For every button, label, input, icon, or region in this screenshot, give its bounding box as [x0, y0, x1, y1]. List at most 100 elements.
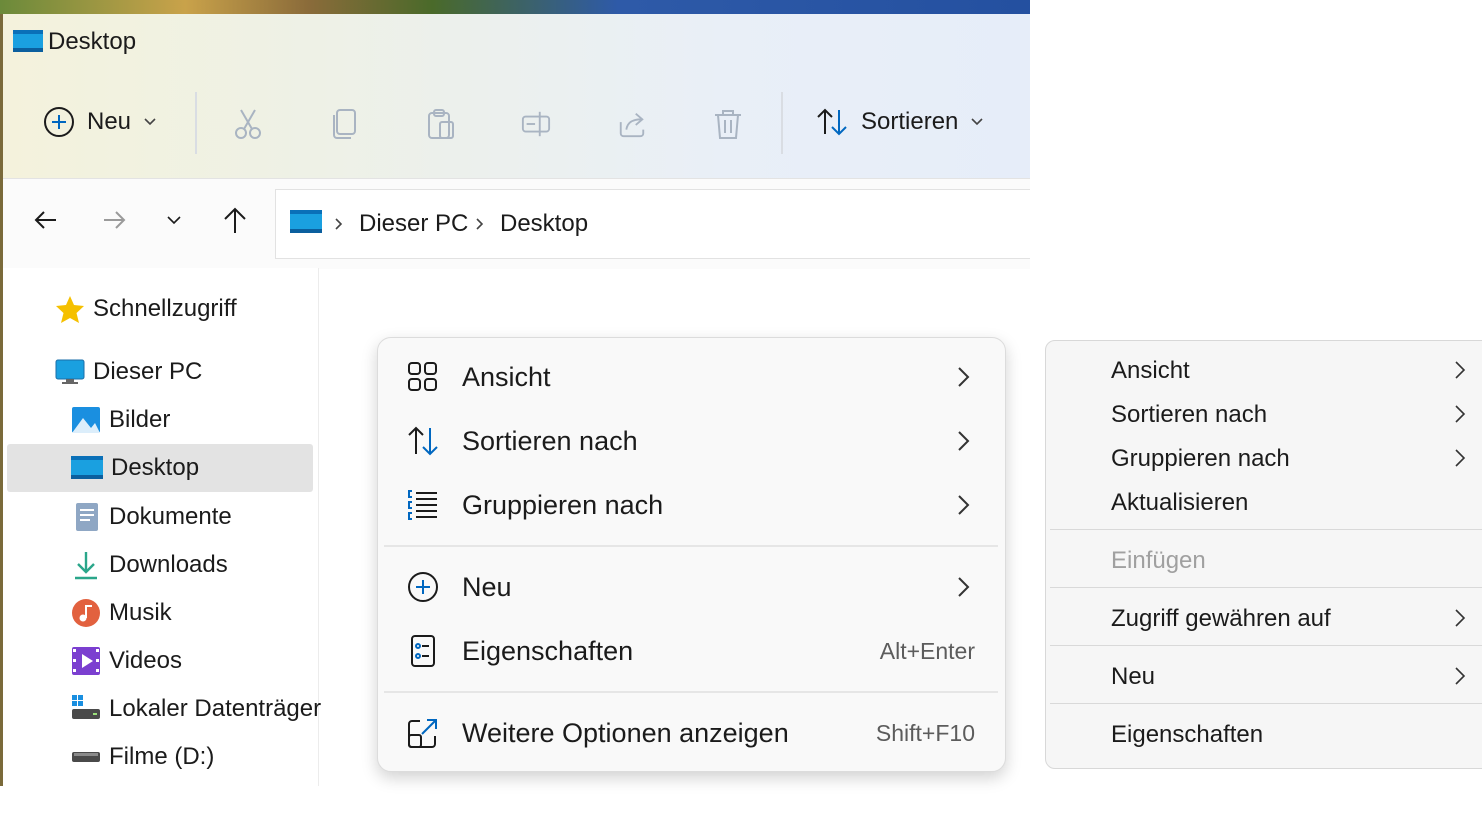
new-button[interactable]: Neu	[43, 106, 157, 138]
rename-icon[interactable]	[521, 108, 551, 140]
forward-arrow-icon[interactable]	[101, 207, 127, 233]
chevron-right-icon	[1455, 609, 1466, 627]
nav-item-drive-d[interactable]: Filme (D:)	[71, 742, 214, 772]
menu-item-label: Sortieren nach	[462, 425, 638, 456]
chevron-right-icon	[958, 495, 970, 515]
chevron-down-icon	[971, 118, 983, 126]
desktop-folder-icon	[71, 456, 103, 479]
menu-item-label: Neu	[462, 571, 512, 602]
menu-item-weitere-optionen[interactable]: Weitere Optionen anzeigen Shift+F10	[378, 704, 1005, 762]
menu-item-label: Eigenschaften	[1111, 721, 1264, 748]
classic-item-eigenschaften[interactable]: Eigenschaften	[1046, 715, 1482, 755]
star-icon	[56, 296, 84, 323]
menu-item-label: Neu	[1111, 663, 1156, 690]
classic-item-aktualisieren[interactable]: Aktualisieren	[1046, 483, 1482, 523]
nav-item-videos[interactable]: Videos	[71, 646, 182, 676]
classic-item-einfuegen: Einfügen	[1046, 541, 1482, 581]
menu-item-label: Gruppieren nach	[462, 489, 664, 520]
chevron-right-icon	[1455, 405, 1466, 423]
menu-item-label: Weitere Optionen anzeigen	[462, 717, 789, 748]
copy-icon[interactable]	[330, 108, 360, 140]
drive-d-icon	[72, 752, 100, 762]
menu-separator	[1050, 645, 1482, 646]
nav-label: Dieser PC	[93, 358, 203, 385]
nav-item-downloads[interactable]: Downloads	[71, 550, 228, 580]
nav-item-dokumente[interactable]: Dokumente	[71, 502, 232, 532]
classic-context-menu: Ansicht Sortieren nach Gruppieren nach A…	[1045, 340, 1482, 769]
share-icon[interactable]	[617, 108, 647, 140]
properties-icon	[411, 635, 435, 667]
menu-item-label: Einfügen	[1111, 547, 1206, 574]
classic-item-ansicht[interactable]: Ansicht	[1046, 351, 1482, 391]
menu-item-label: Aktualisieren	[1111, 489, 1249, 516]
window-title: Desktop	[48, 28, 137, 55]
videos-icon	[72, 647, 100, 675]
menu-item-eigenschaften[interactable]: Eigenschaften Alt+Enter	[378, 622, 1005, 680]
menu-separator	[384, 691, 998, 693]
chevron-right-icon	[1455, 449, 1466, 467]
nav-label: Schnellzugriff	[93, 295, 237, 322]
nav-label: Lokaler Datenträger	[109, 695, 322, 722]
menu-separator	[1050, 703, 1482, 704]
menu-item-label: Ansicht	[462, 361, 551, 392]
menu-shortcut: Alt+Enter	[879, 637, 975, 664]
nav-this-pc[interactable]: Dieser PC	[55, 358, 202, 386]
nav-item-desktop[interactable]: Desktop	[71, 454, 199, 482]
cut-icon[interactable]	[233, 108, 263, 140]
nav-item-bilder[interactable]: Bilder	[71, 406, 170, 434]
music-icon	[72, 599, 100, 627]
recent-locations-chevron-icon[interactable]	[166, 214, 182, 226]
nav-item-local-drive[interactable]: Lokaler Datenträger	[71, 694, 321, 724]
group-list-icon	[408, 490, 437, 520]
breadcrumb-separator-icon[interactable]	[475, 217, 485, 231]
desktop-folder-icon	[290, 210, 322, 233]
documents-icon	[76, 503, 98, 531]
address-bar[interactable]: Dieser PC Desktop	[275, 189, 1030, 259]
nav-label: Musik	[109, 599, 172, 626]
up-arrow-icon[interactable]	[221, 205, 249, 235]
downloads-icon	[75, 552, 97, 580]
pictures-icon	[72, 407, 100, 433]
sort-button-label: Sortieren	[861, 108, 959, 135]
chevron-right-icon	[958, 367, 970, 387]
menu-shortcut: Shift+F10	[875, 719, 975, 746]
new-button-label: Neu	[87, 108, 132, 135]
breadcrumb-desktop[interactable]: Desktop	[500, 210, 588, 238]
nav-item-musik[interactable]: Musik	[71, 598, 172, 628]
classic-item-gruppieren-nach[interactable]: Gruppieren nach	[1046, 439, 1482, 479]
address-row: Dieser PC Desktop	[3, 178, 1030, 269]
breadcrumb-separator-icon[interactable]	[334, 217, 344, 231]
chevron-right-icon	[1455, 667, 1466, 685]
nav-quick-access[interactable]: Schnellzugriff	[55, 294, 237, 324]
nav-label: Filme (D:)	[109, 743, 215, 770]
classic-item-zugriff-gewaehren[interactable]: Zugriff gewähren auf	[1046, 599, 1482, 639]
menu-item-gruppieren-nach[interactable]: Gruppieren nach	[378, 476, 1005, 534]
local-drive-icon	[72, 695, 100, 719]
chevron-down-icon	[144, 118, 156, 126]
menu-item-ansicht[interactable]: Ansicht	[378, 348, 1005, 406]
paste-icon[interactable]	[426, 108, 456, 140]
chevron-right-icon	[958, 577, 970, 597]
chevron-right-icon	[1455, 361, 1466, 379]
sort-icon	[408, 426, 438, 456]
sort-button[interactable]: Sortieren	[815, 106, 984, 138]
menu-item-neu[interactable]: Neu	[378, 558, 1005, 616]
chevron-right-icon	[958, 431, 970, 451]
delete-icon[interactable]	[713, 108, 743, 140]
menu-item-sortieren-nach[interactable]: Sortieren nach	[378, 412, 1005, 470]
menu-separator	[1050, 529, 1482, 530]
back-arrow-icon[interactable]	[33, 207, 59, 233]
navigation-pane: Schnellzugriff Dieser PC Bilder Desktop …	[3, 268, 321, 786]
menu-item-label: Ansicht	[1111, 357, 1190, 384]
nav-label: Bilder	[109, 406, 171, 433]
nav-label: Downloads	[109, 551, 228, 578]
classic-item-sortieren-nach[interactable]: Sortieren nach	[1046, 395, 1482, 435]
title-toolbar-area: Desktop Neu Sortieren	[3, 14, 1030, 178]
monitor-icon	[55, 359, 85, 384]
nav-label: Videos	[109, 647, 182, 674]
breadcrumb-this-pc[interactable]: Dieser PC	[359, 210, 468, 238]
menu-item-label: Zugriff gewähren auf	[1111, 605, 1331, 632]
classic-item-neu[interactable]: Neu	[1046, 657, 1482, 697]
desktop-folder-icon	[13, 30, 43, 52]
plus-circle-icon	[44, 107, 74, 137]
